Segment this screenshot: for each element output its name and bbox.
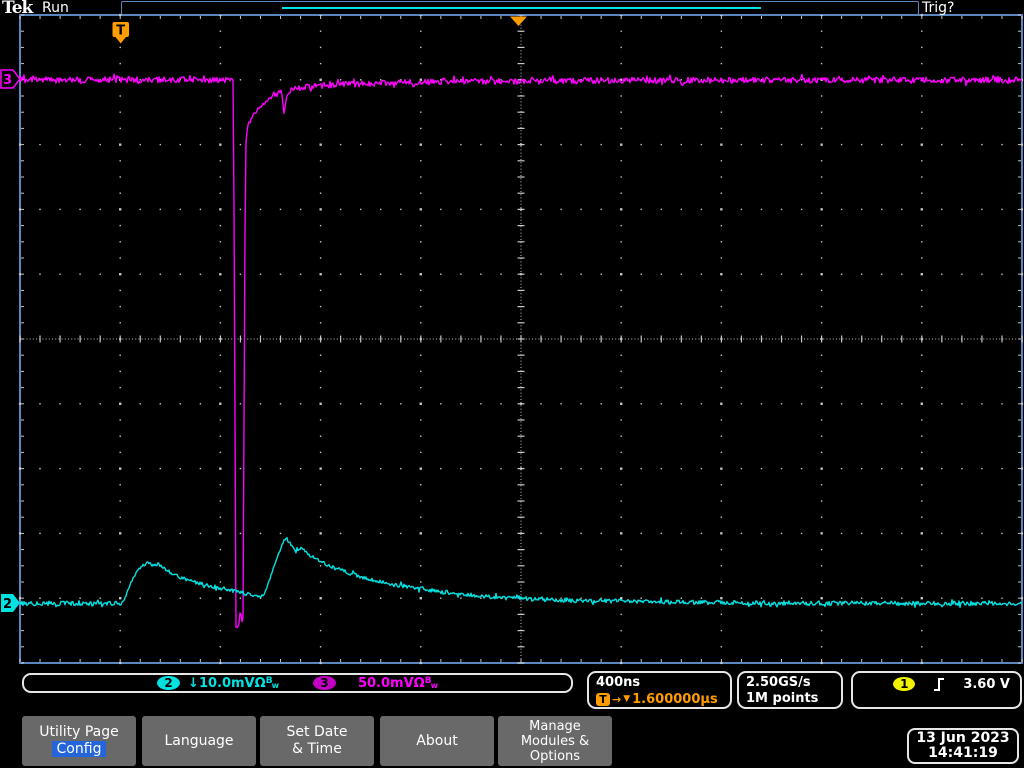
scope-display: T 3 2 (0, 0, 1024, 768)
acquisition-readout-box[interactable]: 2.50GS/s 1M points (737, 671, 843, 709)
channel-readout-box[interactable]: 2 ↓10.0mVΩBw 3 50.0mVΩBw (22, 673, 573, 693)
sample-rate-readout: 2.50GS/s (746, 675, 841, 691)
ch2-badge[interactable]: 2 (157, 676, 180, 690)
delay-t-icon: T (596, 693, 610, 706)
ch3-waveform-trace (20, 74, 1022, 627)
menu-button-language[interactable]: Language (142, 716, 256, 766)
datetime-box: 13 Jun 2023 14:41:19 (907, 728, 1019, 764)
rising-edge-icon (933, 677, 945, 692)
trigger-status: Trig? (922, 0, 954, 16)
trigger-t-marker[interactable]: T (113, 22, 130, 44)
date-readout: 13 Jun 2023 (909, 731, 1017, 746)
menu-button-utility-page-config[interactable]: Utility PageConfig (22, 716, 136, 766)
horizontal-readout-box[interactable]: 400ns T → ▼ 1.600000µs (587, 671, 732, 709)
menu-button-label: Language (164, 733, 233, 749)
ch3-badge[interactable]: 3 (313, 676, 336, 690)
menu-button-label: & Time (292, 741, 342, 757)
expansion-point-marker[interactable] (510, 17, 527, 27)
timebase-readout: 400ns (596, 675, 730, 691)
menu-button-label: Config (52, 741, 107, 757)
trigger-t-label: T (116, 23, 125, 38)
record-length-readout: 1M points (746, 691, 841, 707)
delay-value: 1.600000µs (632, 691, 718, 708)
ch2-scale-readout: ↓10.0mVΩBw (188, 676, 279, 691)
graticule-center-axes (20, 15, 1022, 663)
menu-button-set-date-time[interactable]: Set Date& Time (260, 716, 374, 766)
trigger-source-badge[interactable]: 1 (893, 677, 915, 691)
delay-arrow-icon: → (612, 691, 621, 708)
ch2-flag-label: 2 (3, 597, 12, 612)
trigger-readout-box[interactable]: 1 3.60 V (851, 671, 1022, 709)
ch2-reference-flag[interactable]: 2 (1, 594, 20, 612)
ch3-flag-label: 3 (3, 73, 12, 88)
tek-logo: Tek (2, 0, 32, 18)
menu-button-label: Options (530, 749, 580, 764)
ch3-reference-flag[interactable]: 3 (1, 70, 20, 88)
ch3-scale-readout: 50.0mVΩBw (358, 676, 438, 691)
menu-button-label: About (416, 733, 457, 749)
trigger-level-readout: 3.60 V (963, 677, 1010, 692)
menu-button-label: Modules & (521, 734, 589, 749)
menu-button-label: Manage (529, 719, 581, 734)
menu-button-manage-modules-options[interactable]: ManageModules &Options (498, 716, 612, 766)
delay-marker-icon: ▼ (623, 691, 630, 708)
acquisition-status: Run (42, 0, 69, 16)
menu-button-about[interactable]: About (380, 716, 494, 766)
record-view-waveform (282, 7, 761, 9)
menu-button-label: Set Date (287, 724, 348, 740)
time-readout: 14:41:19 (909, 746, 1017, 761)
delay-readout: T → ▼ 1.600000µs (596, 691, 730, 708)
menu-button-label: Utility Page (39, 724, 119, 740)
